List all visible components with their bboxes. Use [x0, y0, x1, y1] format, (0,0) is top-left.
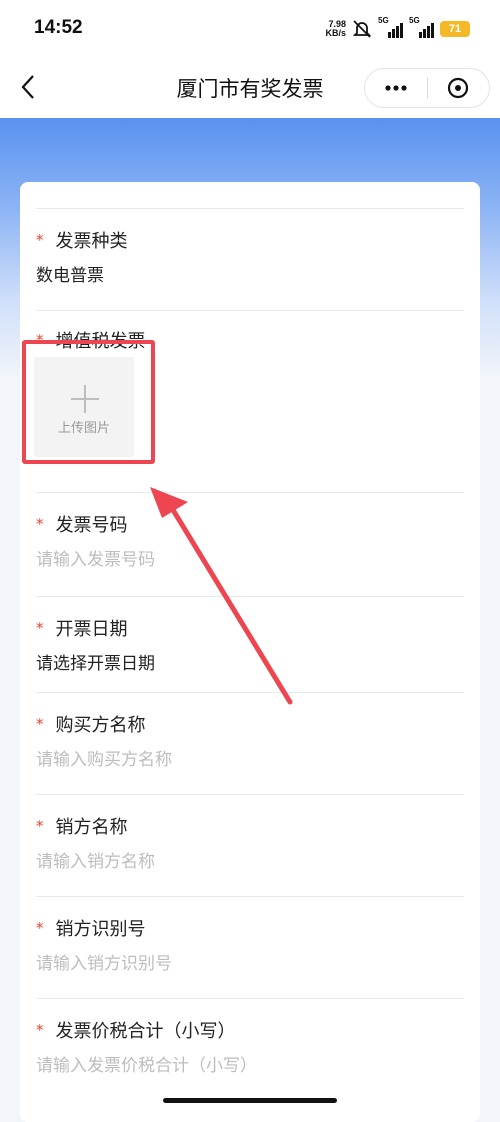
required-star: * [36, 515, 44, 533]
close-circle-icon [448, 77, 469, 99]
issue-date-label: 开票日期 [55, 619, 128, 640]
invoice-type-value: 数电普票 [36, 266, 104, 286]
buyer-name-label: 购买方名称 [55, 715, 146, 736]
close-button[interactable] [427, 69, 489, 107]
mini-program-capsule [364, 68, 490, 108]
invoice-number-input[interactable]: 请输入发票号码 [36, 545, 155, 570]
required-star: * [36, 919, 44, 937]
required-star: * [36, 231, 44, 249]
seller-name-label: 销方名称 [55, 817, 128, 838]
field-total-amount[interactable]: * 发票价税合计（小写） 请输入发票价税合计（小写） [36, 998, 464, 1109]
field-buyer-name[interactable]: * 购买方名称 请输入购买方名称 [36, 692, 464, 793]
seller-tax-id-input[interactable]: 请输入销方识别号 [36, 949, 172, 974]
seller-tax-id-label: 销方识别号 [55, 919, 146, 940]
status-bar: 14:52 7.98 KB/s 5G 5G 71 [0, 0, 500, 58]
total-amount-label: 发票价税合计（小写） [55, 1021, 236, 1042]
field-label: * 销方识别号 [36, 915, 146, 941]
seller-name-input[interactable]: 请输入销方名称 [36, 847, 155, 872]
signal-2-label: 5G [409, 16, 420, 25]
mute-icon [352, 20, 372, 38]
field-label: * 开票日期 [36, 615, 128, 641]
field-invoice-number[interactable]: * 发票号码 请输入发票号码 [36, 492, 464, 593]
field-label: * 销方名称 [36, 813, 128, 839]
network-speed-unit: KB/s [325, 28, 346, 38]
field-invoice-type[interactable]: * 发票种类 数电普票 [36, 208, 464, 309]
signal-icon-2: 5G [409, 16, 434, 38]
annotation-highlight-box [22, 340, 155, 464]
total-amount-input[interactable]: 请输入发票价税合计（小写） [36, 1051, 257, 1076]
required-star: * [36, 619, 44, 637]
required-star: * [36, 1021, 44, 1039]
invoice-type-label: 发票种类 [55, 231, 128, 252]
invoice-number-label: 发票号码 [55, 515, 128, 536]
required-star: * [36, 715, 44, 733]
field-seller-name[interactable]: * 销方名称 请输入销方名称 [36, 794, 464, 895]
battery-icon: 71 [440, 21, 470, 37]
more-button[interactable] [365, 69, 427, 107]
status-icons: 7.98 KB/s 5G 5G 71 [325, 16, 470, 40]
signal-icon-1: 5G [378, 16, 403, 38]
field-label: * 发票价税合计（小写） [36, 1017, 236, 1043]
field-seller-tax-id[interactable]: * 销方识别号 请输入销方识别号 [36, 896, 464, 997]
more-dots-icon [385, 85, 407, 91]
invoice-form: * 发票种类 数电普票 * 增值税发票 * 发票号码 请输入发票号码 * 开票日期 请选… [20, 182, 480, 1122]
signal-1-label: 5G [378, 16, 389, 25]
network-speed: 7.98 KB/s [325, 20, 346, 38]
nav-bar: 厦门市有奖发票 [0, 58, 500, 118]
battery-level: 71 [448, 23, 462, 35]
home-indicator [163, 1098, 337, 1103]
field-label: * 发票种类 [36, 227, 128, 253]
status-time: 14:52 [34, 17, 83, 38]
field-label: * 购买方名称 [36, 711, 146, 737]
issue-date-picker[interactable]: 请选择开票日期 [36, 649, 155, 674]
field-issue-date[interactable]: * 开票日期 请选择开票日期 [36, 596, 464, 691]
field-label: * 发票号码 [36, 511, 128, 537]
required-star: * [36, 817, 44, 835]
buyer-name-input[interactable]: 请输入购买方名称 [36, 745, 172, 770]
